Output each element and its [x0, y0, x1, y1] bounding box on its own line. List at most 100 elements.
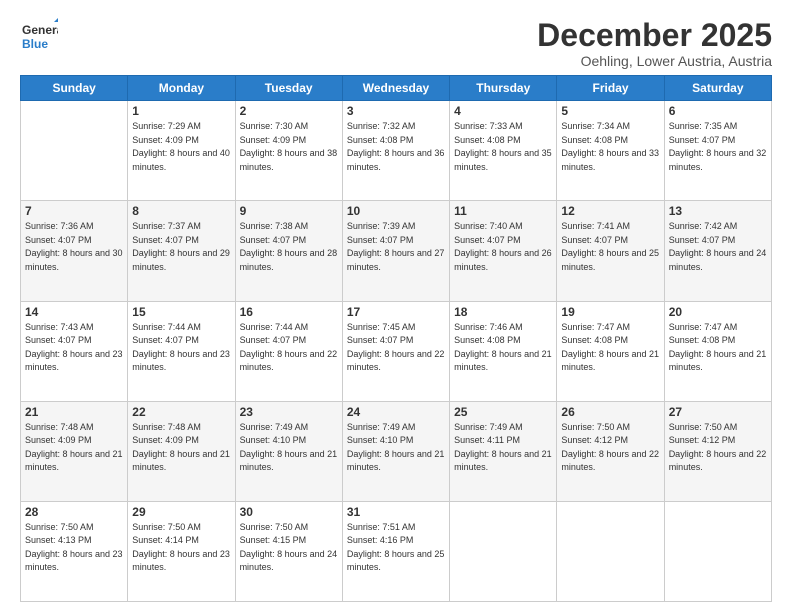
week-row-4: 21 Sunrise: 7:48 AMSunset: 4:09 PMDaylig… [21, 401, 772, 501]
day-number: 2 [240, 104, 338, 118]
day-cell: 29 Sunrise: 7:50 AMSunset: 4:14 PMDaylig… [128, 501, 235, 601]
day-info: Sunrise: 7:47 AMSunset: 4:08 PMDaylight:… [561, 321, 659, 375]
logo-svg: General Blue [20, 18, 58, 56]
day-cell: 21 Sunrise: 7:48 AMSunset: 4:09 PMDaylig… [21, 401, 128, 501]
day-info: Sunrise: 7:46 AMSunset: 4:08 PMDaylight:… [454, 321, 552, 375]
svg-text:Blue: Blue [22, 37, 48, 51]
day-cell: 3 Sunrise: 7:32 AMSunset: 4:08 PMDayligh… [342, 101, 449, 201]
week-row-2: 7 Sunrise: 7:36 AMSunset: 4:07 PMDayligh… [21, 201, 772, 301]
day-cell [450, 501, 557, 601]
day-number: 4 [454, 104, 552, 118]
day-cell: 11 Sunrise: 7:40 AMSunset: 4:07 PMDaylig… [450, 201, 557, 301]
day-info: Sunrise: 7:44 AMSunset: 4:07 PMDaylight:… [240, 321, 338, 375]
day-info: Sunrise: 7:48 AMSunset: 4:09 PMDaylight:… [25, 421, 123, 475]
day-cell: 19 Sunrise: 7:47 AMSunset: 4:08 PMDaylig… [557, 301, 664, 401]
day-header-saturday: Saturday [664, 76, 771, 101]
day-info: Sunrise: 7:44 AMSunset: 4:07 PMDaylight:… [132, 321, 230, 375]
day-info: Sunrise: 7:40 AMSunset: 4:07 PMDaylight:… [454, 220, 552, 274]
week-row-3: 14 Sunrise: 7:43 AMSunset: 4:07 PMDaylig… [21, 301, 772, 401]
title-block: December 2025 Oehling, Lower Austria, Au… [537, 18, 772, 69]
day-cell: 22 Sunrise: 7:48 AMSunset: 4:09 PMDaylig… [128, 401, 235, 501]
day-number: 19 [561, 305, 659, 319]
day-cell: 20 Sunrise: 7:47 AMSunset: 4:08 PMDaylig… [664, 301, 771, 401]
day-cell: 5 Sunrise: 7:34 AMSunset: 4:08 PMDayligh… [557, 101, 664, 201]
day-header-thursday: Thursday [450, 76, 557, 101]
day-cell: 28 Sunrise: 7:50 AMSunset: 4:13 PMDaylig… [21, 501, 128, 601]
day-cell: 15 Sunrise: 7:44 AMSunset: 4:07 PMDaylig… [128, 301, 235, 401]
day-info: Sunrise: 7:49 AMSunset: 4:11 PMDaylight:… [454, 421, 552, 475]
day-header-wednesday: Wednesday [342, 76, 449, 101]
day-cell: 31 Sunrise: 7:51 AMSunset: 4:16 PMDaylig… [342, 501, 449, 601]
day-number: 26 [561, 405, 659, 419]
day-cell: 26 Sunrise: 7:50 AMSunset: 4:12 PMDaylig… [557, 401, 664, 501]
day-info: Sunrise: 7:30 AMSunset: 4:09 PMDaylight:… [240, 120, 338, 174]
week-row-1: 1 Sunrise: 7:29 AMSunset: 4:09 PMDayligh… [21, 101, 772, 201]
day-info: Sunrise: 7:39 AMSunset: 4:07 PMDaylight:… [347, 220, 445, 274]
day-cell: 24 Sunrise: 7:49 AMSunset: 4:10 PMDaylig… [342, 401, 449, 501]
day-number: 29 [132, 505, 230, 519]
day-info: Sunrise: 7:45 AMSunset: 4:07 PMDaylight:… [347, 321, 445, 375]
svg-text:General: General [22, 23, 58, 37]
day-info: Sunrise: 7:29 AMSunset: 4:09 PMDaylight:… [132, 120, 230, 174]
month-title: December 2025 [537, 18, 772, 53]
day-number: 15 [132, 305, 230, 319]
day-info: Sunrise: 7:32 AMSunset: 4:08 PMDaylight:… [347, 120, 445, 174]
day-cell: 27 Sunrise: 7:50 AMSunset: 4:12 PMDaylig… [664, 401, 771, 501]
day-info: Sunrise: 7:43 AMSunset: 4:07 PMDaylight:… [25, 321, 123, 375]
day-number: 13 [669, 204, 767, 218]
day-info: Sunrise: 7:42 AMSunset: 4:07 PMDaylight:… [669, 220, 767, 274]
day-number: 8 [132, 204, 230, 218]
day-header-friday: Friday [557, 76, 664, 101]
day-number: 9 [240, 204, 338, 218]
day-cell: 7 Sunrise: 7:36 AMSunset: 4:07 PMDayligh… [21, 201, 128, 301]
day-info: Sunrise: 7:37 AMSunset: 4:07 PMDaylight:… [132, 220, 230, 274]
day-info: Sunrise: 7:48 AMSunset: 4:09 PMDaylight:… [132, 421, 230, 475]
day-info: Sunrise: 7:38 AMSunset: 4:07 PMDaylight:… [240, 220, 338, 274]
day-cell: 8 Sunrise: 7:37 AMSunset: 4:07 PMDayligh… [128, 201, 235, 301]
day-cell: 18 Sunrise: 7:46 AMSunset: 4:08 PMDaylig… [450, 301, 557, 401]
day-cell: 9 Sunrise: 7:38 AMSunset: 4:07 PMDayligh… [235, 201, 342, 301]
day-number: 7 [25, 204, 123, 218]
day-info: Sunrise: 7:41 AMSunset: 4:07 PMDaylight:… [561, 220, 659, 274]
day-number: 5 [561, 104, 659, 118]
day-header-monday: Monday [128, 76, 235, 101]
day-number: 28 [25, 505, 123, 519]
day-cell: 23 Sunrise: 7:49 AMSunset: 4:10 PMDaylig… [235, 401, 342, 501]
day-cell [21, 101, 128, 201]
day-cell: 25 Sunrise: 7:49 AMSunset: 4:11 PMDaylig… [450, 401, 557, 501]
day-cell [664, 501, 771, 601]
day-cell: 30 Sunrise: 7:50 AMSunset: 4:15 PMDaylig… [235, 501, 342, 601]
day-number: 6 [669, 104, 767, 118]
day-cell [557, 501, 664, 601]
page: General Blue December 2025 Oehling, Lowe… [0, 0, 792, 612]
day-cell: 2 Sunrise: 7:30 AMSunset: 4:09 PMDayligh… [235, 101, 342, 201]
day-cell: 6 Sunrise: 7:35 AMSunset: 4:07 PMDayligh… [664, 101, 771, 201]
day-info: Sunrise: 7:33 AMSunset: 4:08 PMDaylight:… [454, 120, 552, 174]
logo: General Blue [20, 18, 58, 56]
day-number: 21 [25, 405, 123, 419]
day-info: Sunrise: 7:49 AMSunset: 4:10 PMDaylight:… [347, 421, 445, 475]
day-cell: 16 Sunrise: 7:44 AMSunset: 4:07 PMDaylig… [235, 301, 342, 401]
day-info: Sunrise: 7:35 AMSunset: 4:07 PMDaylight:… [669, 120, 767, 174]
day-number: 27 [669, 405, 767, 419]
day-number: 3 [347, 104, 445, 118]
day-number: 11 [454, 204, 552, 218]
day-number: 25 [454, 405, 552, 419]
week-row-5: 28 Sunrise: 7:50 AMSunset: 4:13 PMDaylig… [21, 501, 772, 601]
day-number: 1 [132, 104, 230, 118]
day-number: 18 [454, 305, 552, 319]
day-info: Sunrise: 7:50 AMSunset: 4:12 PMDaylight:… [669, 421, 767, 475]
day-number: 30 [240, 505, 338, 519]
day-number: 22 [132, 405, 230, 419]
day-info: Sunrise: 7:34 AMSunset: 4:08 PMDaylight:… [561, 120, 659, 174]
day-info: Sunrise: 7:50 AMSunset: 4:12 PMDaylight:… [561, 421, 659, 475]
day-cell: 4 Sunrise: 7:33 AMSunset: 4:08 PMDayligh… [450, 101, 557, 201]
day-info: Sunrise: 7:50 AMSunset: 4:15 PMDaylight:… [240, 521, 338, 575]
day-number: 24 [347, 405, 445, 419]
header: General Blue December 2025 Oehling, Lowe… [20, 18, 772, 69]
subtitle: Oehling, Lower Austria, Austria [537, 53, 772, 69]
day-info: Sunrise: 7:50 AMSunset: 4:13 PMDaylight:… [25, 521, 123, 575]
day-header-sunday: Sunday [21, 76, 128, 101]
calendar-table: SundayMondayTuesdayWednesdayThursdayFrid… [20, 75, 772, 602]
day-number: 17 [347, 305, 445, 319]
